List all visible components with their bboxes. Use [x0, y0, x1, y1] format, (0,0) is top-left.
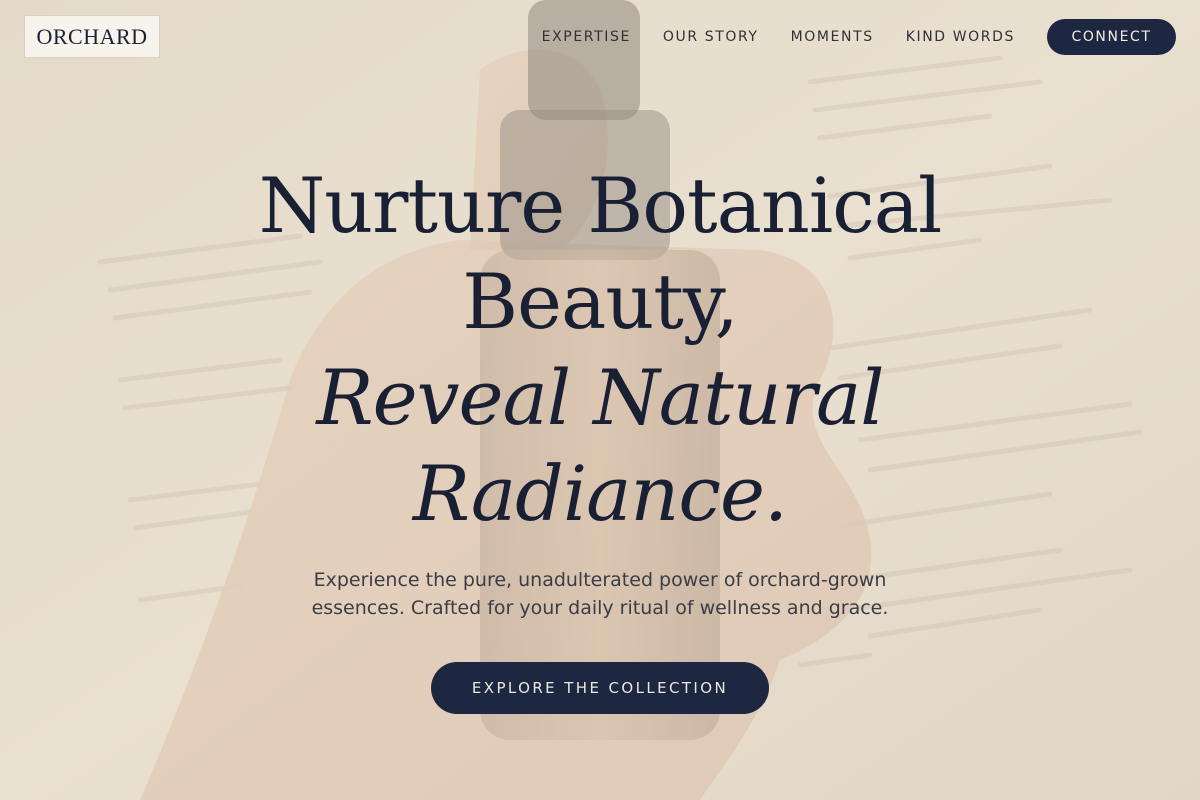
- hero-headline: Nurture Botanical Beauty, Reveal Natural…: [0, 158, 1200, 542]
- explore-collection-button[interactable]: EXPLORE THE COLLECTION: [431, 662, 769, 714]
- main-nav: EXPERTISE OUR STORY MOMENTS KIND WORDS C…: [542, 19, 1176, 55]
- headline-line-1: Nurture Botanical: [258, 161, 943, 250]
- hero-subtitle: Experience the pure, unadulterated power…: [311, 569, 889, 619]
- headline-line-4: Radiance.: [412, 449, 788, 538]
- hero-section: Nurture Botanical Beauty, Reveal Natural…: [0, 158, 1200, 714]
- brand-logo-text: ORCHARD: [36, 23, 148, 49]
- nav-item-our-story[interactable]: OUR STORY: [663, 29, 759, 45]
- nav-item-expertise[interactable]: EXPERTISE: [542, 29, 631, 45]
- nav-item-kind-words[interactable]: KIND WORDS: [906, 29, 1015, 45]
- headline-line-2: Beauty,: [462, 257, 739, 346]
- brand-logo[interactable]: ORCHARD: [25, 16, 159, 57]
- nav-item-moments[interactable]: MOMENTS: [791, 29, 874, 45]
- connect-button[interactable]: CONNECT: [1047, 19, 1176, 55]
- headline-line-3: Reveal Natural: [316, 353, 884, 442]
